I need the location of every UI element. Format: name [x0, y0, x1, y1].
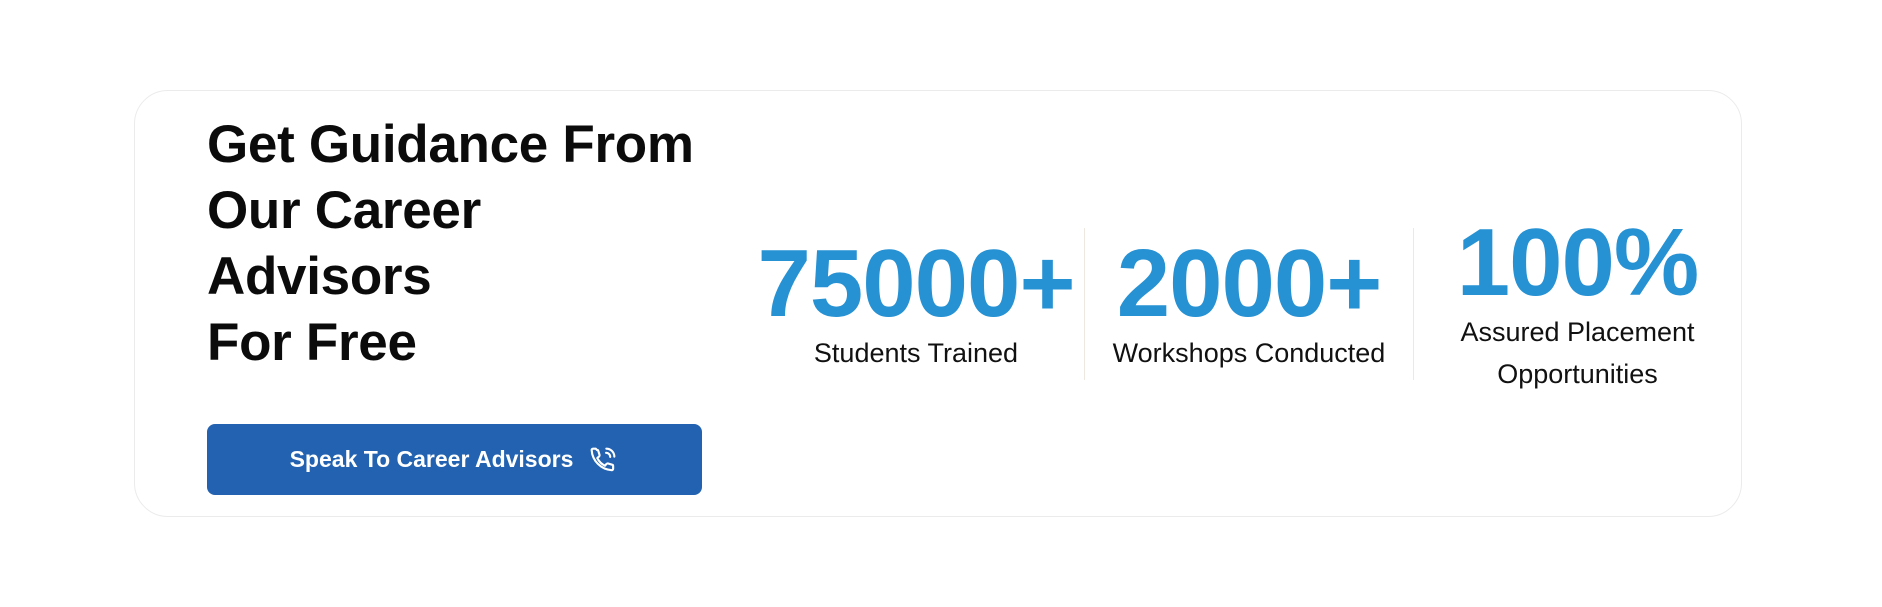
stat-label-line: Assured Placement	[1460, 317, 1695, 347]
stat-workshops-conducted: 2000+ Workshops Conducted	[1098, 236, 1400, 374]
phone-call-icon	[587, 444, 619, 476]
headline-line: Our Career	[207, 181, 481, 240]
stat-assured-placement: 100% Assured Placement Opportunities	[1430, 215, 1725, 395]
stat-students-trained: 75000+ Students Trained	[745, 236, 1087, 374]
speak-to-career-advisors-button[interactable]: Speak To Career Advisors	[207, 424, 702, 495]
cta-label: Speak To Career Advisors	[289, 446, 574, 472]
headline-line: For Free	[207, 313, 417, 372]
stat-label-line: Opportunities	[1497, 359, 1658, 389]
stat-value: 2000+	[1116, 230, 1383, 337]
divider	[1084, 228, 1085, 380]
stat-label: Workshops Conducted	[1112, 338, 1386, 368]
headline-line: Advisors	[207, 247, 432, 306]
divider	[1413, 228, 1414, 380]
headline-line: Get Guidance From	[207, 115, 694, 174]
headline: Get Guidance From Our Career Advisors Fo…	[207, 112, 727, 376]
stat-label: Students Trained	[813, 338, 1019, 368]
stat-value: 75000+	[757, 230, 1075, 337]
stat-value: 100%	[1456, 209, 1700, 316]
